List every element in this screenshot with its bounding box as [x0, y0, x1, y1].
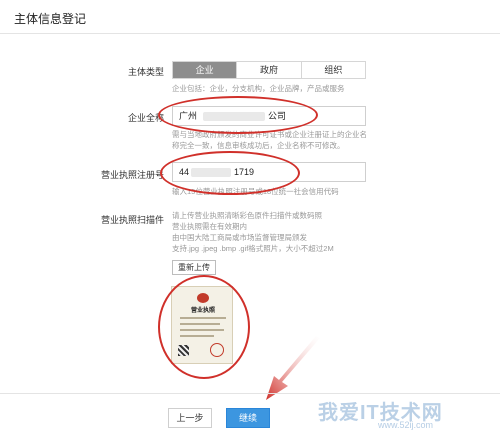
text-line	[180, 323, 220, 325]
company-name-label: 企业全称	[127, 113, 164, 123]
license-preview-image[interactable]: 营业执照	[171, 286, 233, 364]
company-name-input[interactable]: 广州 公司	[172, 106, 366, 126]
company-name-value-start: 广州	[179, 111, 198, 121]
license-scan-label: 营业执照扫描件	[100, 215, 164, 225]
license-preview-title: 营业执照	[190, 308, 215, 314]
continue-button[interactable]: 继续	[226, 408, 270, 428]
tab-enterprise[interactable]: 企业	[173, 62, 237, 78]
license-scan-hint-2: 营业执照需在有效期内	[172, 222, 247, 231]
license-number-value-end: 1719	[234, 167, 255, 177]
redacted-region	[191, 168, 231, 177]
footer-divider	[0, 393, 500, 394]
entity-type-hint: 企业包括：企业，分支机构，企业品牌，产品或服务	[172, 84, 345, 93]
entity-type-label: 主体类型	[127, 67, 164, 77]
company-name-hint-1: 需与当地政府颁发的商业许可证书或企业注册证上的企业名	[172, 130, 367, 139]
redacted-region	[203, 112, 265, 121]
text-line	[180, 335, 214, 337]
license-scan-hint-3: 由中国大陆工商局或市场监督管理局颁发	[172, 233, 307, 242]
tab-organization[interactable]: 组织	[300, 62, 365, 78]
license-number-value-start: 44	[179, 167, 190, 177]
company-name-hint-2: 称完全一致，信息审核成功后，企业名称不可修改。	[172, 141, 345, 150]
tab-government[interactable]: 政府	[236, 62, 301, 78]
reupload-button[interactable]: 重新上传	[172, 260, 216, 275]
license-scan-hint-1: 请上传营业执照清晰彩色原件扫描件或数码照	[172, 211, 322, 220]
license-scan-hint-4: 支持.jpg .jpeg .bmp .gif格式照片，大小不超过2M	[172, 244, 334, 253]
text-line	[180, 317, 226, 319]
license-number-label: 营业执照注册号	[100, 170, 164, 180]
company-name-value-end: 公司	[268, 111, 287, 121]
national-emblem-icon	[197, 293, 209, 303]
entity-type-tabs: 企业 政府 组织	[172, 61, 366, 79]
page-header: 主体信息登记	[0, 0, 500, 34]
official-stamp-icon	[210, 343, 224, 357]
previous-step-button[interactable]: 上一步	[168, 408, 212, 428]
license-number-input[interactable]: 44 1719	[172, 162, 366, 182]
page-title: 主体信息登记	[14, 12, 87, 26]
qr-code-icon	[178, 345, 189, 356]
text-line	[180, 329, 224, 331]
license-number-hint: 输入15位营业执照注册号或18位统一社会信用代码	[172, 187, 339, 196]
watermark-url: www.52ij.com	[378, 420, 434, 430]
